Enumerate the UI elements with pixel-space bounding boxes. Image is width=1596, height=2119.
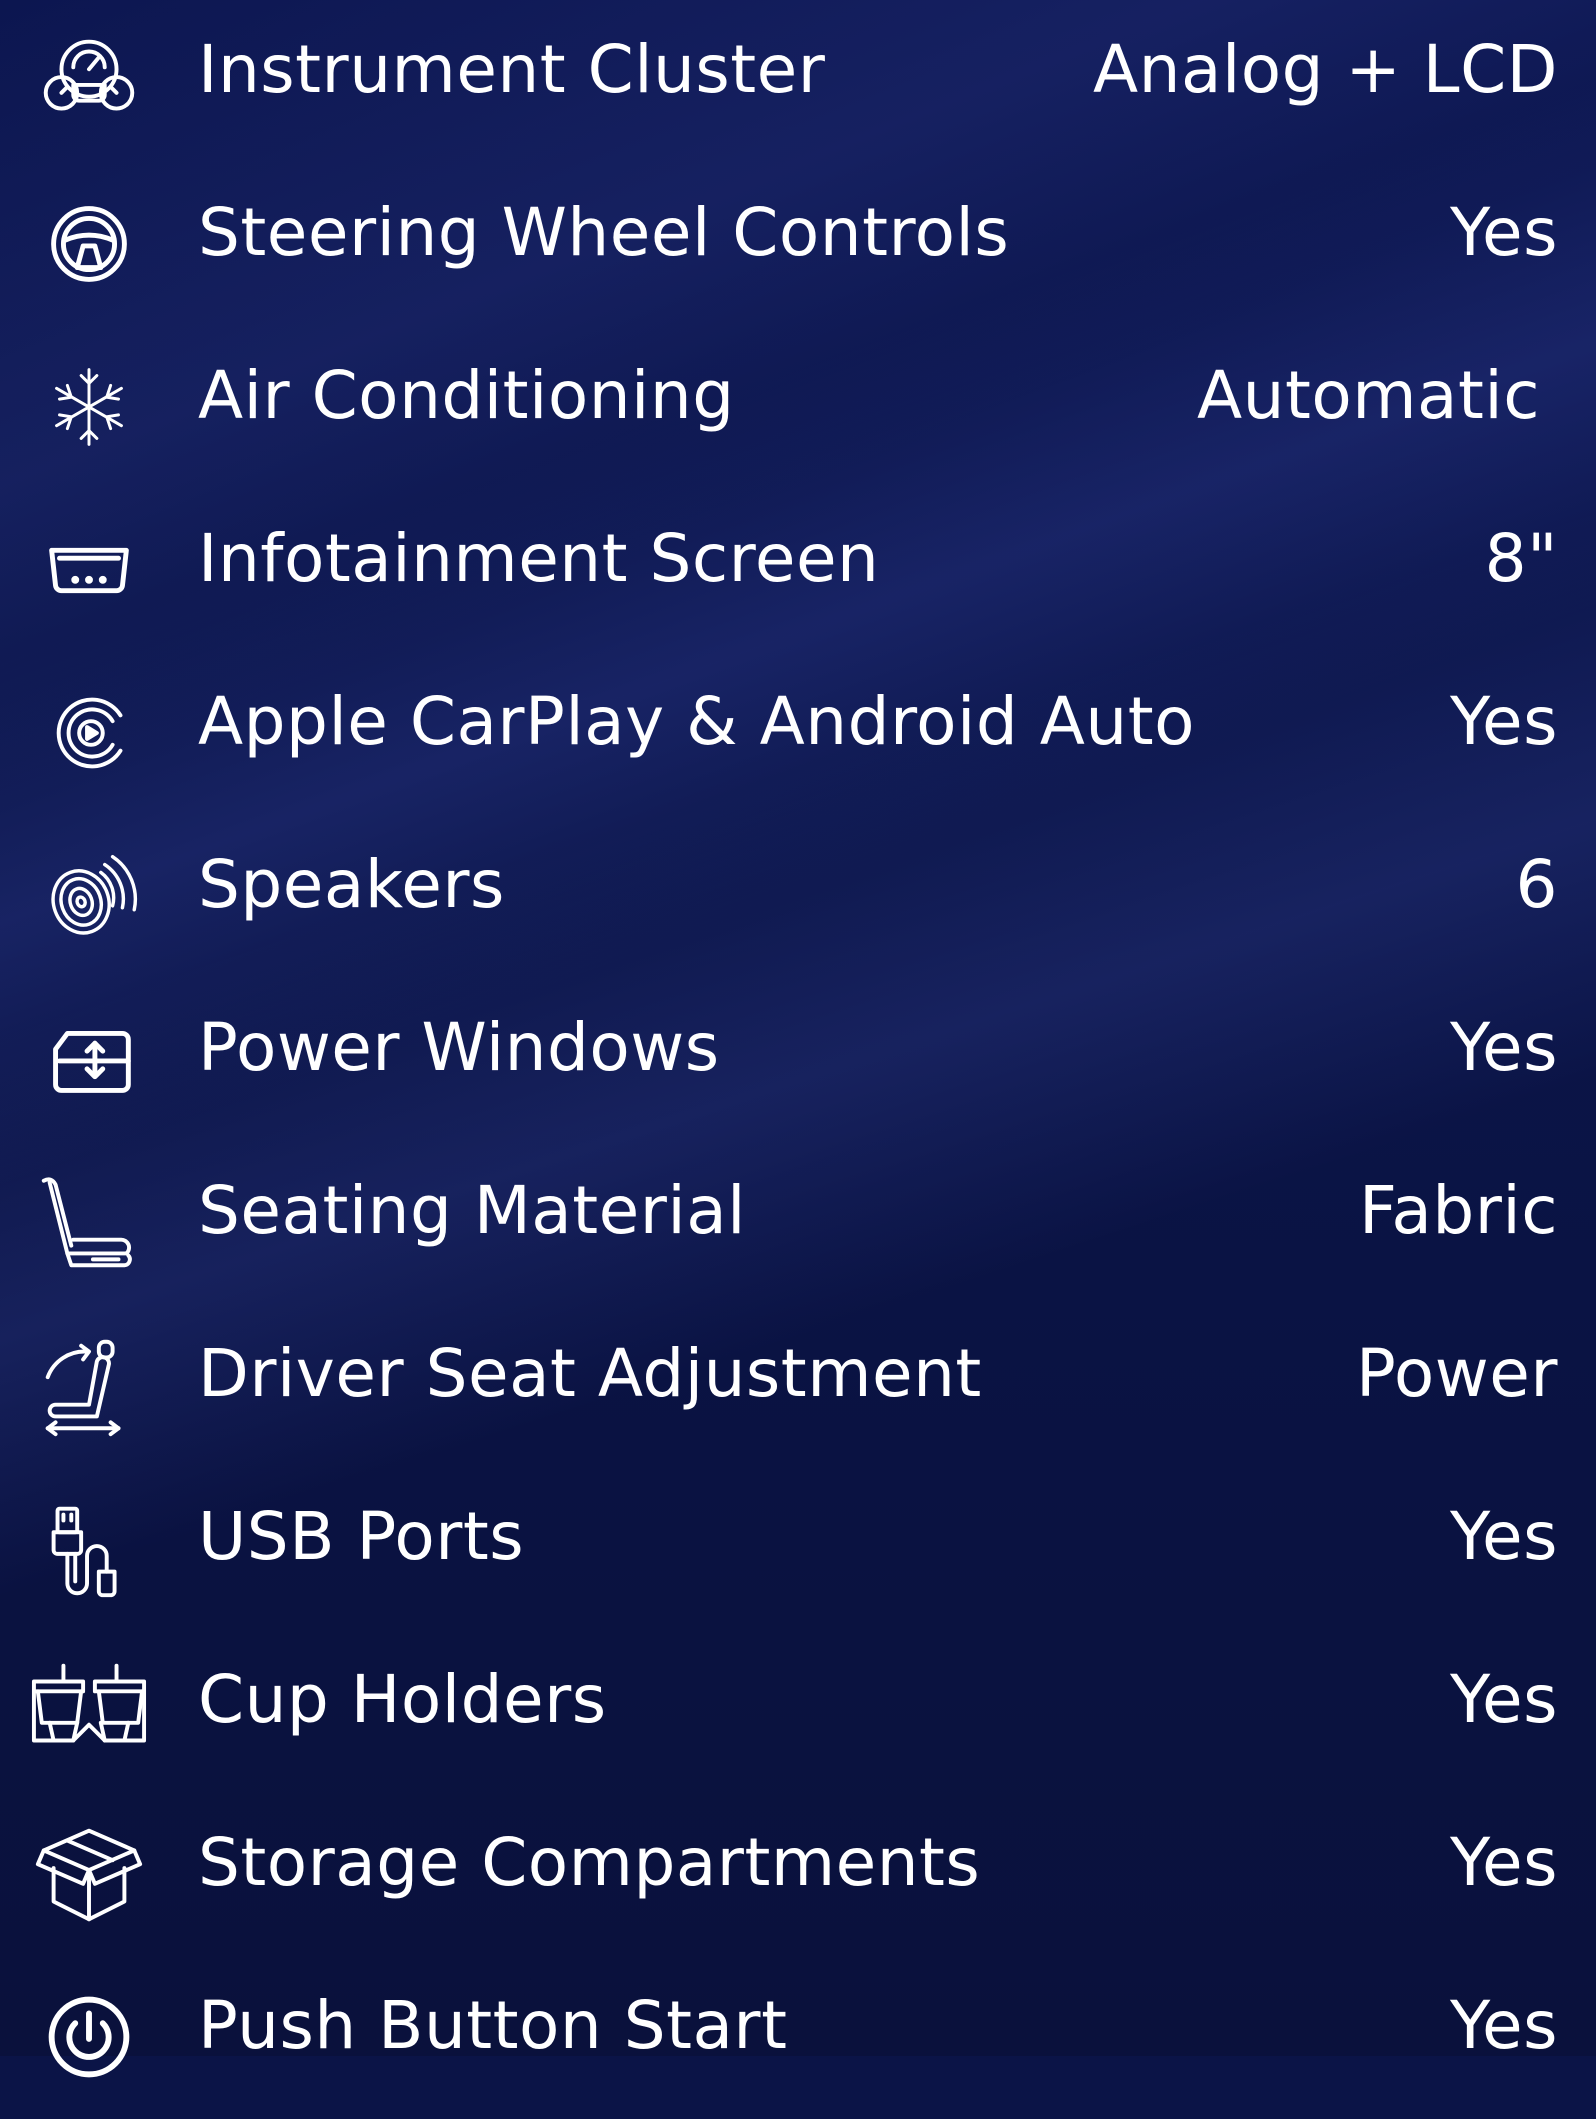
feature-label: Seating Material — [198, 1172, 746, 1249]
seat-adjust-icon — [30, 1326, 148, 1444]
power-button-icon — [30, 1978, 148, 2096]
storage-box-icon — [30, 1815, 148, 1933]
feature-row-push-button-start: Push Button Start Yes — [0, 1956, 1596, 2119]
feature-label: Push Button Start — [198, 1987, 788, 2064]
feature-value: Yes — [1449, 683, 1558, 760]
feature-row-steering-wheel-controls: Steering Wheel Controls Yes — [0, 163, 1596, 326]
feature-label: Power Windows — [198, 1009, 720, 1086]
seat-icon — [30, 1163, 148, 1281]
feature-value: Yes — [1449, 1987, 1558, 2064]
feature-value: Yes — [1449, 1661, 1558, 1738]
feature-row-usb-ports: USB Ports Yes — [0, 1467, 1596, 1630]
feature-row-speakers: Speakers 6 — [0, 815, 1596, 978]
cup-holder-icon — [30, 1652, 148, 1770]
feature-row-storage-compartments: Storage Compartments Yes — [0, 1793, 1596, 1956]
feature-label: USB Ports — [198, 1498, 525, 1575]
feature-label: Storage Compartments — [198, 1824, 981, 1901]
snowflake-icon — [30, 348, 148, 466]
feature-value: Yes — [1449, 1498, 1558, 1575]
screen-icon — [30, 511, 148, 629]
steering-wheel-icon — [30, 185, 148, 303]
speaker-icon — [30, 837, 148, 955]
feature-label: Driver Seat Adjustment — [198, 1335, 982, 1412]
feature-label: Infotainment Screen — [198, 520, 880, 597]
feature-value: Automatic — [1197, 357, 1540, 434]
feature-row-cup-holders: Cup Holders Yes — [0, 1630, 1596, 1793]
feature-value: Yes — [1449, 1009, 1558, 1086]
feature-row-infotainment-screen: Infotainment Screen 8" — [0, 489, 1596, 652]
gauge-icon — [30, 22, 148, 140]
feature-label: Cup Holders — [198, 1661, 607, 1738]
feature-value: 6 — [1515, 846, 1558, 923]
feature-row-carplay-android-auto: Apple CarPlay & Android Auto Yes — [0, 652, 1596, 815]
carplay-icon — [30, 674, 148, 792]
feature-list[interactable]: Instrument Cluster Analog + LCD Steering… — [0, 0, 1596, 2078]
feature-label: Steering Wheel Controls — [198, 194, 1010, 271]
feature-row-seating-material: Seating Material Fabric — [0, 1141, 1596, 1304]
feature-row-air-conditioning: Air Conditioning Automatic — [0, 326, 1596, 489]
feature-value: Yes — [1449, 194, 1558, 271]
feature-row-driver-seat-adjustment: Driver Seat Adjustment Power — [0, 1304, 1596, 1467]
feature-value: Yes — [1449, 1824, 1558, 1901]
feature-label: Speakers — [198, 846, 505, 923]
feature-value: Analog + LCD — [1093, 31, 1558, 108]
feature-value: Fabric — [1358, 1172, 1558, 1249]
feature-label: Instrument Cluster — [198, 31, 826, 108]
feature-row-instrument-cluster: Instrument Cluster Analog + LCD — [0, 0, 1596, 163]
power-window-icon — [30, 1000, 148, 1118]
feature-label: Apple CarPlay & Android Auto — [198, 683, 1195, 760]
usb-icon — [30, 1489, 148, 1607]
feature-label: Air Conditioning — [198, 357, 735, 434]
feature-value: 8" — [1484, 520, 1558, 597]
feature-value: Power — [1355, 1335, 1558, 1412]
feature-row-power-windows: Power Windows Yes — [0, 978, 1596, 1141]
